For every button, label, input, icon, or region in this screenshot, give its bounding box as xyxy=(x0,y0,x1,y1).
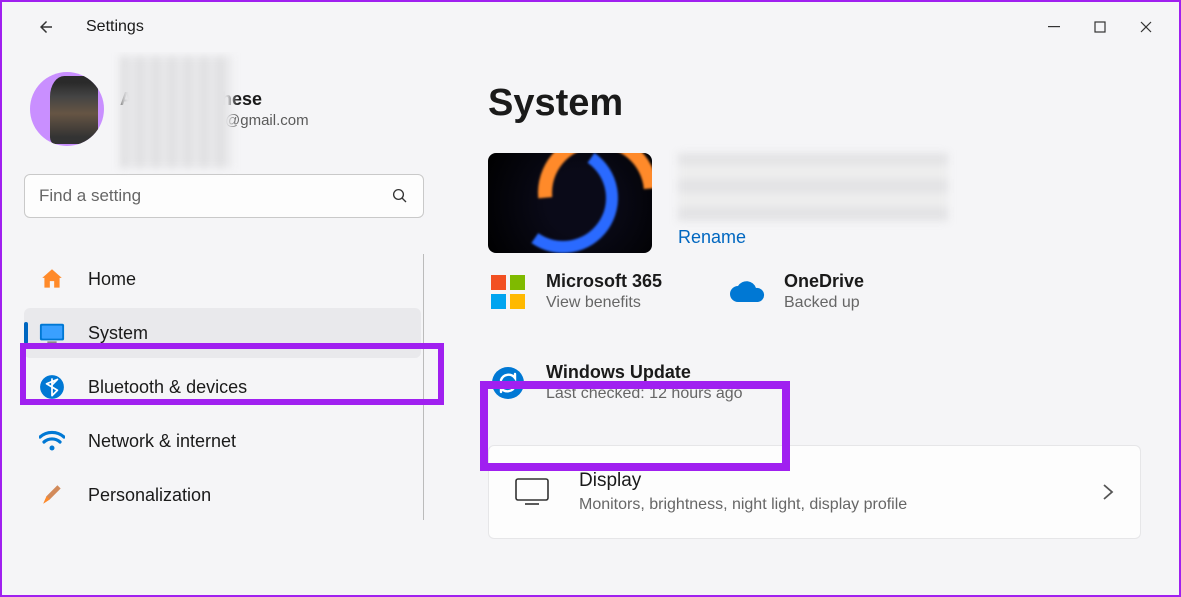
close-button[interactable] xyxy=(1123,11,1169,43)
nav-label: Personalization xyxy=(88,485,211,506)
sync-icon xyxy=(488,363,528,403)
search-box[interactable] xyxy=(24,174,424,218)
bluetooth-icon xyxy=(38,373,66,401)
display-icon xyxy=(515,478,547,506)
paintbrush-icon xyxy=(38,481,66,509)
nav-system[interactable]: System xyxy=(24,308,421,358)
nav-list: Home System Bluetooth & devices Network … xyxy=(24,254,424,520)
close-icon xyxy=(1140,21,1152,33)
main-panel: System Rename xyxy=(442,52,1179,595)
profile-email: xxxxxxxxxxxxxx@gmail.com xyxy=(120,112,309,129)
card-title: OneDrive xyxy=(784,271,864,292)
maximize-button[interactable] xyxy=(1077,11,1123,43)
nav-home[interactable]: Home xyxy=(24,254,421,304)
tile-title: Display xyxy=(579,470,1070,492)
profile-block[interactable]: Anoop Varghese xxxxxxxxxxxxxx@gmail.com xyxy=(24,72,424,146)
back-button[interactable] xyxy=(26,7,66,47)
device-name-redacted xyxy=(678,153,948,221)
card-sub: Backed up xyxy=(784,294,864,312)
minimize-icon xyxy=(1048,21,1060,33)
device-thumbnail[interactable] xyxy=(488,153,652,253)
nav-label: Network & internet xyxy=(88,431,236,452)
email-redacted xyxy=(120,56,232,168)
card-onedrive[interactable]: OneDrive Backed up xyxy=(726,271,926,312)
minimize-button[interactable] xyxy=(1031,11,1077,43)
nav-bluetooth[interactable]: Bluetooth & devices xyxy=(24,362,421,412)
search-input[interactable] xyxy=(39,186,391,206)
microsoft-logo-icon xyxy=(488,272,528,312)
chevron-right-icon xyxy=(1102,483,1114,501)
tile-display[interactable]: Display Monitors, brightness, night ligh… xyxy=(488,445,1141,539)
nav-network[interactable]: Network & internet xyxy=(24,416,421,466)
sidebar: Anoop Varghese xxxxxxxxxxxxxx@gmail.com … xyxy=(2,52,442,595)
card-windows-update[interactable]: Windows Update Last checked: 12 hours ag… xyxy=(488,350,1141,415)
arrow-left-icon xyxy=(37,18,55,36)
nav-label: Bluetooth & devices xyxy=(88,377,247,398)
maximize-icon xyxy=(1094,21,1106,33)
cloud-icon xyxy=(726,272,766,312)
card-sub: View benefits xyxy=(546,294,662,312)
system-icon xyxy=(38,319,66,347)
wifi-icon xyxy=(38,427,66,455)
card-title: Windows Update xyxy=(546,362,743,383)
card-sub: Last checked: 12 hours ago xyxy=(546,385,743,403)
home-icon xyxy=(38,265,66,293)
page-title: System xyxy=(488,82,1141,125)
tile-sub: Monitors, brightness, night light, displ… xyxy=(579,496,1070,514)
nav-personalization[interactable]: Personalization xyxy=(24,470,421,520)
search-icon xyxy=(391,187,409,205)
nav-label: Home xyxy=(88,269,136,290)
window-controls xyxy=(1031,11,1169,43)
card-microsoft365[interactable]: Microsoft 365 View benefits xyxy=(488,271,688,312)
nav-label: System xyxy=(88,323,148,344)
avatar xyxy=(30,72,104,146)
window-title: Settings xyxy=(86,18,144,36)
device-row: Rename xyxy=(488,153,1141,253)
card-title: Microsoft 365 xyxy=(546,271,662,292)
titlebar: Settings xyxy=(2,2,1179,52)
rename-link[interactable]: Rename xyxy=(678,227,746,247)
